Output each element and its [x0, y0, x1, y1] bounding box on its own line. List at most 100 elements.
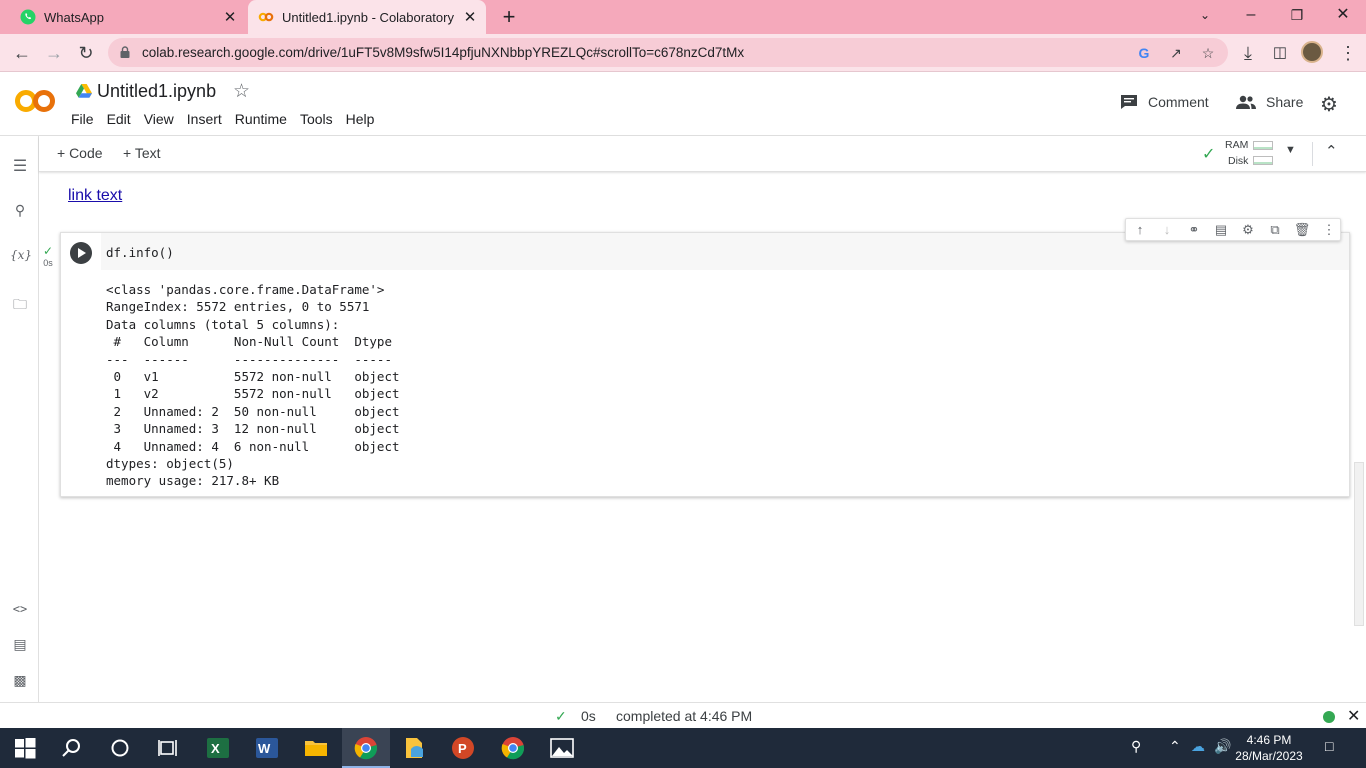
svg-text:W: W	[258, 741, 271, 756]
browser-tab-strip: WhatsApp ✕ Untitled1.ipynb - Colaborator…	[0, 0, 1366, 34]
collapse-header-icon[interactable]: ⌃	[1325, 142, 1338, 160]
people-tray-icon[interactable]: ⚲	[1131, 738, 1141, 755]
chrome-profile-icon[interactable]	[501, 736, 525, 760]
runtime-dropdown-icon[interactable]: ▼	[1285, 144, 1296, 156]
add-code-button[interactable]: + Code	[57, 145, 103, 161]
close-tab-icon[interactable]: ✕	[460, 8, 480, 26]
profile-avatar[interactable]	[1301, 41, 1323, 63]
colab-header: Untitled1.ipynb ☆ File Edit View Insert …	[0, 72, 1366, 136]
menu-tools[interactable]: Tools	[300, 111, 333, 127]
star-icon[interactable]: ☆	[233, 80, 250, 103]
windows-start-icon[interactable]	[13, 736, 37, 760]
onedrive-icon[interactable]: ☁	[1191, 738, 1205, 755]
share-button[interactable]: Share	[1236, 94, 1303, 110]
menu-runtime[interactable]: Runtime	[235, 111, 287, 127]
table-of-contents-icon[interactable]: ☰	[10, 156, 30, 176]
folder-icon[interactable]: 🗀	[10, 294, 30, 314]
variables-icon[interactable]: {x}	[10, 248, 32, 268]
cell-toolbar: ↑ ↓ ⚭ ▤ ⚙ ⧉ 🗑 ⋮	[1125, 218, 1341, 241]
execution-time: 0s	[43, 258, 53, 268]
execution-status: ✓ 0s	[43, 244, 53, 268]
tab-label: WhatsApp	[44, 9, 104, 25]
share-page-icon[interactable]: ↗	[1166, 43, 1186, 63]
chrome-icon[interactable]	[354, 736, 378, 760]
comment-button[interactable]: Comment	[1120, 94, 1209, 110]
ram-usage-bar	[1253, 141, 1273, 150]
people-icon	[1236, 95, 1256, 109]
back-icon[interactable]: ←	[8, 39, 36, 67]
colab-logo-icon[interactable]	[14, 88, 56, 114]
powerpoint-icon[interactable]: P	[451, 736, 475, 760]
add-text-button[interactable]: + Text	[123, 145, 161, 161]
side-panel-icon[interactable]: ◫	[1266, 39, 1294, 67]
run-cell-button[interactable]	[70, 242, 92, 264]
close-status-icon[interactable]: ✕	[1347, 706, 1360, 726]
reload-icon[interactable]: ↻	[72, 39, 100, 67]
svg-text:P: P	[458, 741, 467, 756]
tab-label: Untitled1.ipynb - Colaboratory	[282, 9, 454, 25]
move-down-icon[interactable]: ↓	[1158, 222, 1176, 238]
tab-whatsapp[interactable]: WhatsApp ✕	[0, 0, 246, 34]
markdown-link[interactable]: link text	[68, 187, 122, 205]
terminal-icon[interactable]: ▩	[10, 672, 30, 692]
move-up-icon[interactable]: ↑	[1131, 222, 1149, 238]
success-check-icon: ✓	[43, 244, 54, 258]
close-window-icon[interactable]: ✕	[1320, 0, 1366, 30]
google-drive-icon[interactable]	[76, 84, 92, 98]
forward-icon[interactable]: →	[40, 39, 68, 67]
menu-help[interactable]: Help	[346, 111, 375, 127]
settings-gear-icon[interactable]: ⚙	[1320, 92, 1338, 117]
bookmark-star-icon[interactable]: ☆	[1198, 43, 1218, 63]
more-options-icon[interactable]: ⋮	[1320, 222, 1338, 238]
svg-text:X: X	[211, 741, 220, 756]
address-bar[interactable]: colab.research.google.com/drive/1uFT5v8M…	[108, 38, 1228, 67]
code-cell[interactable]: df.info() <class 'pandas.core.frame.Data…	[60, 232, 1350, 497]
notebook-title[interactable]: Untitled1.ipynb	[97, 81, 216, 102]
excel-icon[interactable]: X	[206, 736, 230, 760]
comment-cell-icon[interactable]: ▤	[1212, 222, 1230, 238]
comment-label: Comment	[1148, 94, 1209, 110]
show-hidden-icons-icon[interactable]: ⌃	[1169, 738, 1181, 755]
restore-icon[interactable]: ❐	[1274, 0, 1320, 30]
mirror-cell-icon[interactable]: ⧉	[1266, 222, 1284, 238]
runtime-status-dot	[1323, 711, 1335, 723]
file-manager-icon[interactable]	[403, 736, 427, 760]
notifications-icon[interactable]: □	[1325, 738, 1333, 754]
menu-insert[interactable]: Insert	[187, 111, 222, 127]
status-message[interactable]: completed at 4:46 PM	[616, 708, 752, 724]
download-icon[interactable]: ⤓	[1234, 39, 1262, 67]
new-tab-button[interactable]: +	[498, 4, 520, 30]
status-bar: ✓ 0s completed at 4:46 PM ✕	[0, 702, 1366, 728]
lock-icon	[120, 46, 130, 58]
minimize-icon[interactable]: –	[1228, 0, 1274, 30]
word-icon[interactable]: W	[255, 736, 279, 760]
search-icon[interactable]	[60, 736, 84, 760]
command-palette-icon[interactable]: ▤	[10, 636, 30, 656]
cell-settings-icon[interactable]: ⚙	[1239, 222, 1257, 238]
delete-icon[interactable]: 🗑	[1293, 222, 1311, 238]
code-text[interactable]: df.info()	[106, 245, 174, 260]
file-explorer-icon[interactable]	[304, 736, 328, 760]
link-icon[interactable]: ⚭	[1185, 222, 1203, 238]
url-text: colab.research.google.com/drive/1uFT5v8M…	[142, 45, 745, 60]
scrollbar[interactable]	[1354, 462, 1364, 626]
menu-edit[interactable]: Edit	[107, 111, 131, 127]
photos-icon[interactable]	[550, 736, 574, 760]
menu-view[interactable]: View	[144, 111, 174, 127]
disk-usage-bar	[1253, 156, 1273, 165]
task-view-icon[interactable]	[156, 736, 180, 760]
tab-search-icon[interactable]: ⌄	[1182, 0, 1228, 30]
cell-output: <class 'pandas.core.frame.DataFrame'> Ra…	[106, 282, 400, 489]
menu-file[interactable]: File	[71, 111, 94, 127]
cortana-icon[interactable]	[108, 736, 132, 760]
search-icon[interactable]: ⚲	[10, 202, 30, 222]
tab-colab[interactable]: Untitled1.ipynb - Colaboratory ✕	[248, 0, 486, 34]
code-snippets-icon[interactable]: <>	[10, 602, 30, 622]
status-duration: 0s	[581, 708, 596, 724]
close-tab-icon[interactable]: ✕	[220, 8, 240, 26]
browser-menu-icon[interactable]: ⋮	[1334, 39, 1362, 67]
taskbar-clock[interactable]: 4:46 PM 28/Mar/2023	[1233, 732, 1305, 764]
google-icon[interactable]: G	[1134, 43, 1154, 63]
volume-icon[interactable]: 🔊	[1214, 738, 1231, 755]
browser-toolbar: ← → ↻ colab.research.google.com/drive/1u…	[0, 34, 1366, 72]
